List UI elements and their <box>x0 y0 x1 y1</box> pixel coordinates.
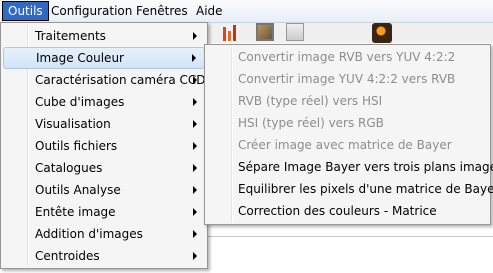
submenu-item-creer-image-bayer[interactable]: Créer image avec matrice de Bayer <box>207 134 488 156</box>
menu-item-label: Cube d'images <box>35 95 125 109</box>
submenu-item-correction-couleurs-matrice[interactable]: Correction des couleurs - Matrice <box>207 200 488 222</box>
chevron-right-icon <box>193 208 197 216</box>
chevron-right-icon <box>193 32 197 40</box>
menu-item-catalogues[interactable]: Catalogues <box>3 157 205 179</box>
menu-item-label: Outils fichiers <box>35 139 118 153</box>
chevron-right-icon <box>193 230 197 238</box>
menu-configuration[interactable]: Configuration <box>46 1 137 21</box>
menu-outils[interactable]: Outils <box>2 1 49 21</box>
chevron-right-icon <box>193 186 197 194</box>
submenu-item-rvb-vers-hsi[interactable]: RVB (type réel) vers HSI <box>207 90 488 112</box>
chevron-right-icon <box>193 120 197 128</box>
submenu-item-hsi-vers-rgb[interactable]: HSI (type réel) vers RGB <box>207 112 488 134</box>
menu-item-label: Entête image <box>35 205 116 219</box>
menu-item-label: Traitements <box>35 29 106 43</box>
menu-item-centroides[interactable]: Centroides <box>3 245 205 267</box>
image-couleur-submenu: Convertir image RVB vers YUV 4:2:2 Conve… <box>204 44 493 225</box>
menu-item-caracterisation-camera-ccd[interactable]: Caractérisation caméra CCD <box>3 69 206 91</box>
menu-item-cube-images[interactable]: Cube d'images <box>3 91 205 113</box>
submenu-item-equilibrer-pixels-bayer[interactable]: Equilibrer les pixels d'une matrice de B… <box>207 178 493 200</box>
orb-icon[interactable] <box>372 23 392 43</box>
chevron-right-icon <box>193 252 197 260</box>
submenu-item-separe-image-bayer[interactable]: Sépare Image Bayer vers trois plans imag… <box>207 156 493 178</box>
application-window: Outils Configuration Fenêtres Aide Trait… <box>0 0 493 273</box>
menu-item-label: Convertir image RVB vers YUV 4:2:2 <box>238 50 456 64</box>
chart-icon[interactable] <box>222 23 240 41</box>
menu-item-label: Image Couleur <box>36 51 124 65</box>
menu-item-traitements[interactable]: Traitements <box>3 25 205 47</box>
submenu-item-yuv-vers-rvb[interactable]: Convertir image YUV 4:2:2 vers RVB <box>207 68 488 90</box>
menu-item-label: Convertir image YUV 4:2:2 vers RVB <box>238 72 456 86</box>
menubar: Outils Configuration Fenêtres Aide <box>0 0 493 23</box>
menu-item-outils-analyse[interactable]: Outils Analyse <box>3 179 205 201</box>
submenu-item-rvb-vers-yuv[interactable]: Convertir image RVB vers YUV 4:2:2 <box>207 46 488 68</box>
menu-item-label: Catalogues <box>35 161 103 175</box>
picture-frame-icon[interactable] <box>256 23 274 41</box>
menu-item-label: Créer image avec matrice de Bayer <box>238 138 452 152</box>
menu-item-label: Caractérisation caméra CCD <box>35 73 206 87</box>
menu-item-visualisation[interactable]: Visualisation <box>3 113 205 135</box>
menu-item-label: Centroides <box>35 249 100 263</box>
outils-dropdown: Traitements Image Couleur Caractérisatio… <box>0 22 208 269</box>
menu-aide[interactable]: Aide <box>191 1 228 21</box>
background-divider <box>208 236 493 237</box>
menu-item-label: Correction des couleurs - Matrice <box>238 204 437 218</box>
menu-item-entete-image[interactable]: Entête image <box>3 201 205 223</box>
chevron-right-icon <box>192 54 196 62</box>
chevron-right-icon <box>193 76 197 84</box>
chevron-right-icon <box>193 98 197 106</box>
menu-item-label: RVB (type réel) vers HSI <box>238 94 383 108</box>
chevron-right-icon <box>193 164 197 172</box>
menu-item-image-couleur[interactable]: Image Couleur <box>3 47 205 69</box>
menu-item-label: Addition d'images <box>35 227 143 241</box>
menu-fenetres[interactable]: Fenêtres <box>131 1 193 21</box>
menu-item-addition-images[interactable]: Addition d'images <box>3 223 205 245</box>
menu-item-label: Outils Analyse <box>35 183 121 197</box>
menu-item-label: HSI (type réel) vers RGB <box>238 116 384 130</box>
blank-box-icon[interactable] <box>286 23 304 41</box>
menu-item-outils-fichiers[interactable]: Outils fichiers <box>3 135 205 157</box>
menu-item-label: Sépare Image Bayer vers trois plans imag… <box>238 160 493 174</box>
menu-item-label: Visualisation <box>35 117 111 131</box>
chevron-right-icon <box>193 142 197 150</box>
menu-item-label: Equilibrer les pixels d'une matrice de B… <box>238 182 493 196</box>
